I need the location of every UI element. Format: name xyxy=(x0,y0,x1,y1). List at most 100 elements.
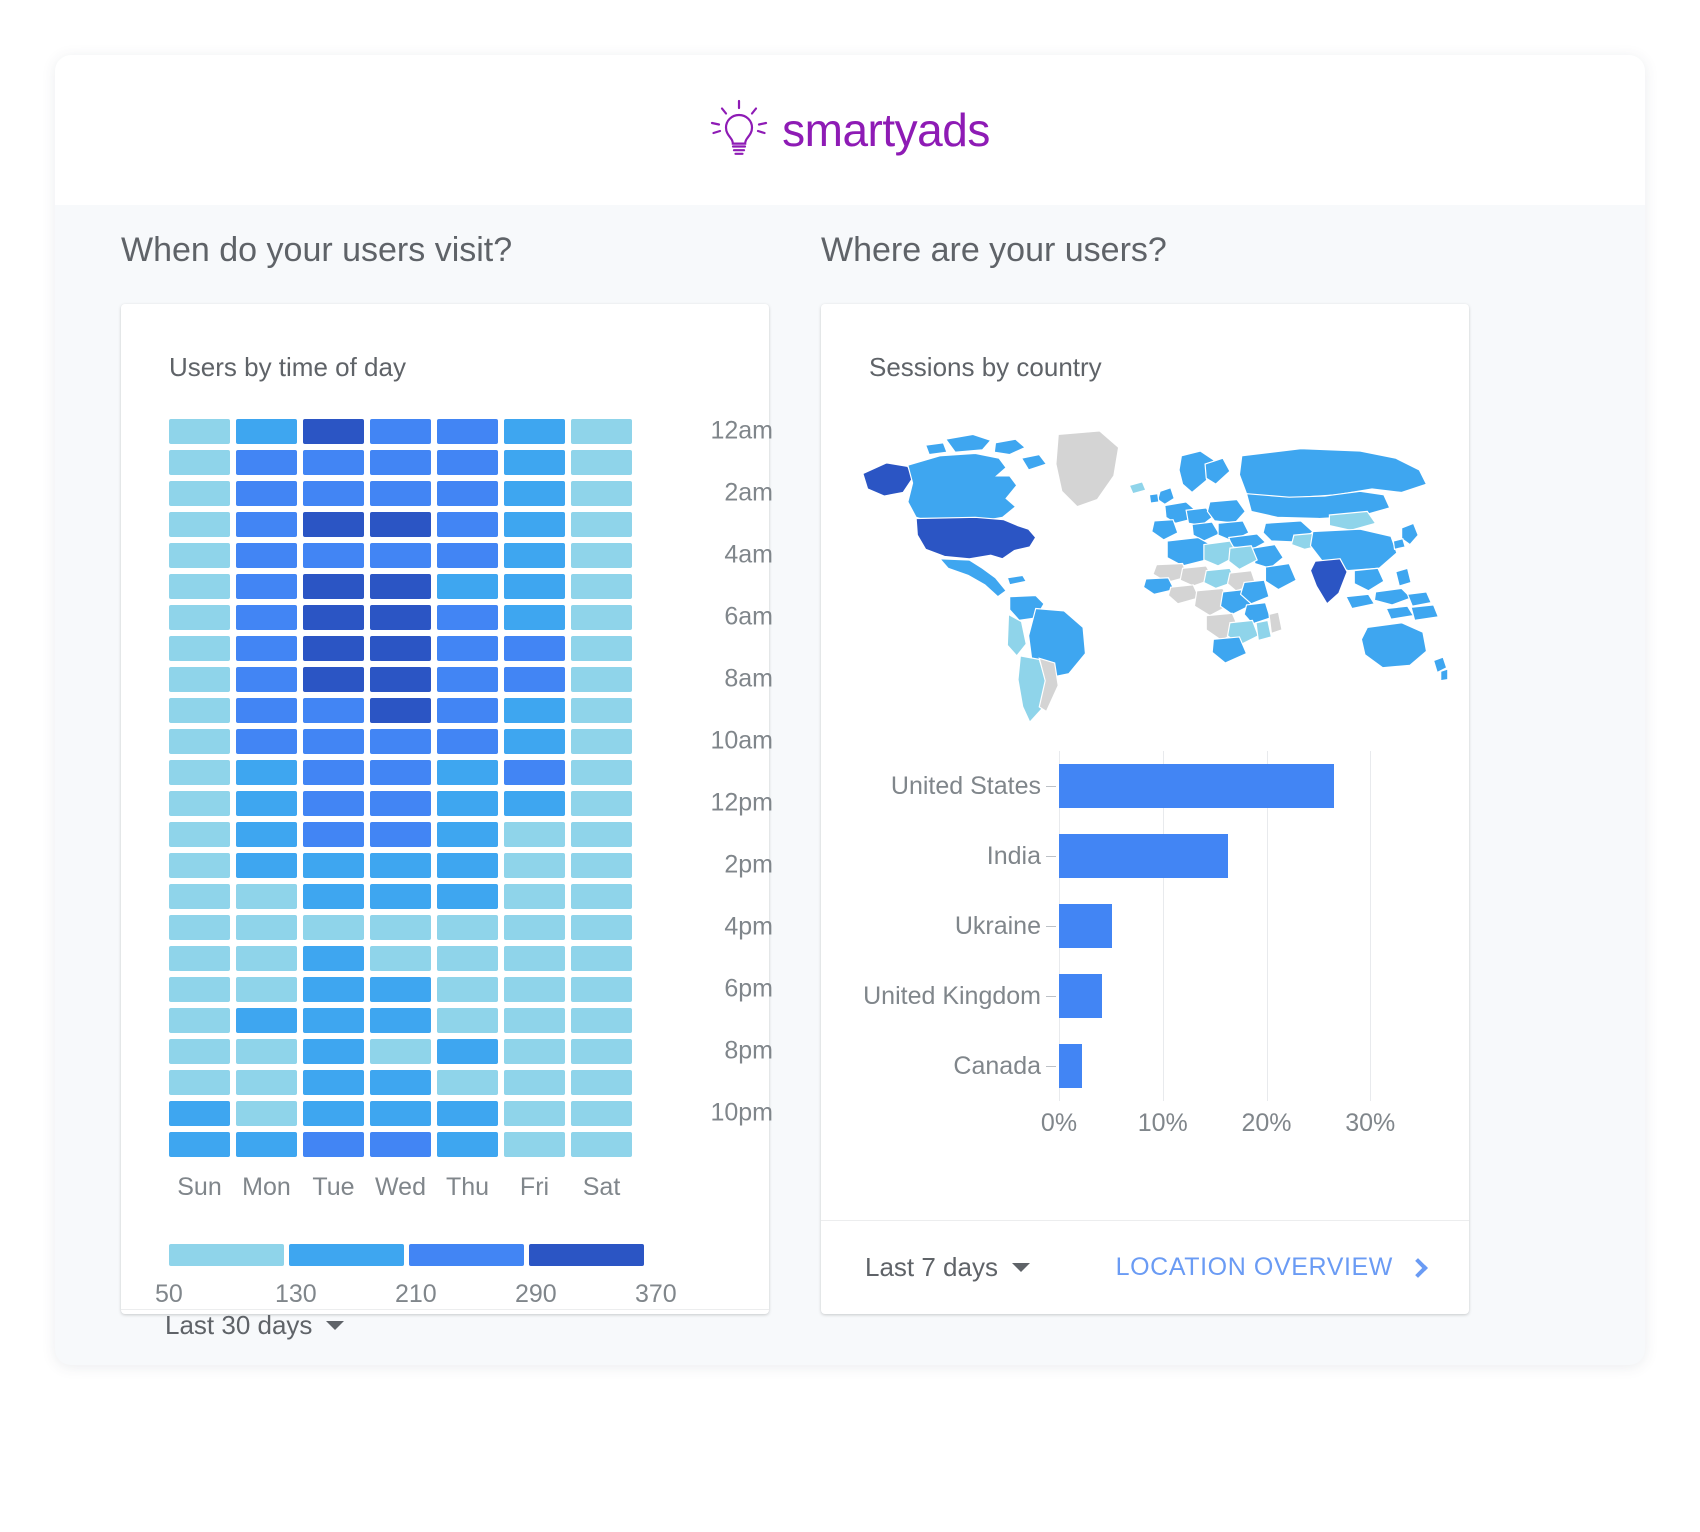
heatmap-cell[interactable] xyxy=(571,512,632,537)
heatmap-cell[interactable] xyxy=(303,1132,364,1157)
heatmap-cell[interactable] xyxy=(504,636,565,661)
heatmap-cell[interactable] xyxy=(236,1132,297,1157)
heatmap-cell[interactable] xyxy=(571,450,632,475)
heatmap-cell[interactable] xyxy=(370,574,431,599)
heatmap-cell[interactable] xyxy=(504,1070,565,1095)
heatmap-cell[interactable] xyxy=(504,977,565,1002)
heatmap-cell[interactable] xyxy=(236,791,297,816)
heatmap-cell[interactable] xyxy=(303,729,364,754)
heatmap-cell[interactable] xyxy=(236,419,297,444)
heatmap-cell[interactable] xyxy=(571,605,632,630)
heatmap-cell[interactable] xyxy=(236,915,297,940)
heatmap-cell[interactable] xyxy=(303,574,364,599)
heatmap-cell[interactable] xyxy=(504,853,565,878)
heatmap-cell[interactable] xyxy=(303,884,364,909)
heatmap-cell[interactable] xyxy=(370,698,431,723)
heatmap-cell[interactable] xyxy=(303,450,364,475)
heatmap-cell[interactable] xyxy=(571,543,632,568)
right-daterange-selector[interactable]: Last 7 days xyxy=(865,1252,1030,1283)
heatmap-cell[interactable] xyxy=(437,1132,498,1157)
heatmap-cell[interactable] xyxy=(437,1008,498,1033)
heatmap-cell[interactable] xyxy=(169,636,230,661)
heatmap-cell[interactable] xyxy=(169,729,230,754)
heatmap-cell[interactable] xyxy=(370,636,431,661)
heatmap-cell[interactable] xyxy=(236,512,297,537)
heatmap-cell[interactable] xyxy=(236,977,297,1002)
heatmap-cell[interactable] xyxy=(437,481,498,506)
heatmap-cell[interactable] xyxy=(169,977,230,1002)
heatmap-cell[interactable] xyxy=(303,1008,364,1033)
heatmap-cell[interactable] xyxy=(169,481,230,506)
heatmap-cell[interactable] xyxy=(169,512,230,537)
heatmap-cell[interactable] xyxy=(236,822,297,847)
heatmap-cell[interactable] xyxy=(437,1039,498,1064)
heatmap-cell[interactable] xyxy=(370,1101,431,1126)
heatmap-cell[interactable] xyxy=(437,698,498,723)
heatmap-cell[interactable] xyxy=(169,419,230,444)
heatmap-cell[interactable] xyxy=(571,760,632,785)
heatmap-cell[interactable] xyxy=(303,636,364,661)
heatmap-cell[interactable] xyxy=(303,822,364,847)
heatmap-cell[interactable] xyxy=(504,946,565,971)
heatmap-cell[interactable] xyxy=(303,543,364,568)
heatmap-cell[interactable] xyxy=(169,667,230,692)
heatmap-cell[interactable] xyxy=(169,605,230,630)
heatmap-cell[interactable] xyxy=(370,915,431,940)
heatmap-cell[interactable] xyxy=(236,667,297,692)
heatmap-cell[interactable] xyxy=(571,1039,632,1064)
heatmap-cell[interactable] xyxy=(504,915,565,940)
heatmap-cell[interactable] xyxy=(571,636,632,661)
heatmap-cell[interactable] xyxy=(303,605,364,630)
heatmap-cell[interactable] xyxy=(437,853,498,878)
bar[interactable] xyxy=(1059,974,1102,1018)
heatmap-cell[interactable] xyxy=(236,450,297,475)
heatmap-cell[interactable] xyxy=(437,1070,498,1095)
heatmap-cell[interactable] xyxy=(437,543,498,568)
heatmap-cell[interactable] xyxy=(303,791,364,816)
heatmap-cell[interactable] xyxy=(303,698,364,723)
heatmap-cell[interactable] xyxy=(370,760,431,785)
heatmap-cell[interactable] xyxy=(571,884,632,909)
heatmap-cell[interactable] xyxy=(303,419,364,444)
heatmap-cell[interactable] xyxy=(236,884,297,909)
heatmap-cell[interactable] xyxy=(370,1132,431,1157)
heatmap-cell[interactable] xyxy=(437,605,498,630)
heatmap-cell[interactable] xyxy=(303,915,364,940)
heatmap-cell[interactable] xyxy=(303,1070,364,1095)
heatmap-cell[interactable] xyxy=(437,915,498,940)
heatmap-cell[interactable] xyxy=(303,667,364,692)
heatmap-cell[interactable] xyxy=(370,419,431,444)
heatmap-cell[interactable] xyxy=(571,729,632,754)
heatmap-cell[interactable] xyxy=(236,605,297,630)
heatmap-cell[interactable] xyxy=(370,853,431,878)
heatmap-cell[interactable] xyxy=(169,946,230,971)
heatmap-cell[interactable] xyxy=(169,1132,230,1157)
heatmap-cell[interactable] xyxy=(437,946,498,971)
heatmap-cell[interactable] xyxy=(169,822,230,847)
heatmap-cell[interactable] xyxy=(571,574,632,599)
heatmap-cell[interactable] xyxy=(571,419,632,444)
heatmap-cell[interactable] xyxy=(303,760,364,785)
heatmap-cell[interactable] xyxy=(169,543,230,568)
heatmap-cell[interactable] xyxy=(370,481,431,506)
heatmap-cell[interactable] xyxy=(571,1008,632,1033)
heatmap-cell[interactable] xyxy=(169,915,230,940)
heatmap-cell[interactable] xyxy=(370,543,431,568)
heatmap-cell[interactable] xyxy=(437,822,498,847)
heatmap-cell[interactable] xyxy=(504,419,565,444)
heatmap-cell[interactable] xyxy=(504,698,565,723)
heatmap-cell[interactable] xyxy=(370,450,431,475)
heatmap-cell[interactable] xyxy=(236,760,297,785)
heatmap-cell[interactable] xyxy=(504,512,565,537)
heatmap-cell[interactable] xyxy=(169,884,230,909)
heatmap-cell[interactable] xyxy=(370,1070,431,1095)
heatmap-cell[interactable] xyxy=(437,450,498,475)
heatmap-cell[interactable] xyxy=(437,419,498,444)
heatmap-cell[interactable] xyxy=(303,512,364,537)
heatmap-cell[interactable] xyxy=(437,977,498,1002)
heatmap-cell[interactable] xyxy=(504,574,565,599)
bar[interactable] xyxy=(1059,764,1334,808)
heatmap-cell[interactable] xyxy=(504,1132,565,1157)
heatmap-cell[interactable] xyxy=(437,729,498,754)
heatmap-cell[interactable] xyxy=(236,574,297,599)
